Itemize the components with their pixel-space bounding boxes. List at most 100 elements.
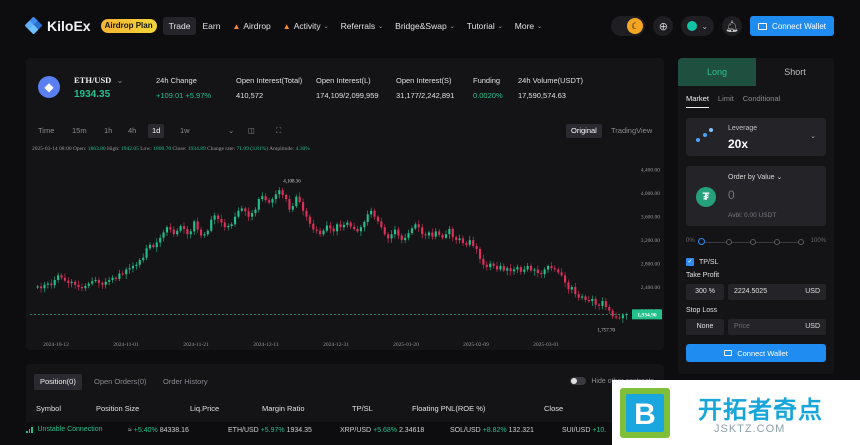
ticker-bar: ◆ ETH/USD ⌄ 1934.35 24h Change +109.01 +5.… — [26, 70, 664, 104]
nav-item-earn[interactable]: Earn — [196, 17, 226, 35]
nav-item-trade[interactable]: Trade — [162, 17, 197, 35]
chevron-down-icon: ⌄ — [449, 23, 455, 30]
nav-item-bridge-swap[interactable]: Bridge&Swap ⌄ — [389, 17, 461, 35]
timeframe-1h[interactable]: 1h — [100, 124, 116, 138]
long-short-tabs: Long Short — [678, 58, 834, 86]
amount-input[interactable] — [728, 188, 808, 202]
watermark-url: JSKTZ.COM — [714, 423, 786, 435]
nav-item-airdrop[interactable]: ▲ Airdrop — [226, 17, 276, 35]
theme-toggle[interactable]: ☾ — [611, 16, 646, 36]
tab-short[interactable]: Short — [756, 58, 834, 86]
stat-2: Open Interest(L) 174,109/2,099,959 — [316, 76, 379, 100]
order-type-conditional[interactable]: Conditional — [743, 94, 781, 108]
airdrop-plan-badge[interactable]: Airdrop Plan — [100, 19, 157, 33]
toggle-switch[interactable] — [570, 377, 587, 385]
nav-item-more[interactable]: More ⌄ — [509, 17, 548, 35]
candle — [438, 231, 441, 235]
tab-positions[interactable]: Position(0) — [34, 374, 82, 390]
bell-icon[interactable]: 🔔︎ — [722, 16, 743, 36]
price-chart[interactable]: 4,400.00 4,000.00 3,600.00 3,200.00 2,800.00… — [26, 154, 664, 350]
status-ticker[interactable]: XRP/USD +5.68% 2.34618 — [340, 427, 424, 434]
candle — [278, 190, 281, 195]
candle — [557, 269, 560, 273]
connect-wallet-main-button[interactable]: Connect Wallet — [686, 344, 826, 362]
tab-long[interactable]: Long — [678, 58, 756, 86]
view-original-button[interactable]: Original — [566, 124, 602, 138]
status-ticker[interactable]: ETH/USD +5.97% 1934.35 — [228, 427, 312, 434]
nav-item-label: Earn — [202, 21, 221, 31]
globe-icon[interactable]: ⊕ — [653, 16, 674, 36]
leverage-selector[interactable]: Leverage 20x ⌄ — [686, 118, 826, 156]
candle — [220, 219, 223, 223]
candle — [410, 228, 414, 234]
slider-tick[interactable] — [798, 239, 804, 245]
timeframe-1d[interactable]: 1d — [148, 124, 165, 138]
sl-price-field[interactable]: Price USD — [728, 319, 826, 335]
candle — [421, 227, 424, 235]
candle — [363, 221, 366, 228]
candle — [206, 230, 209, 235]
nav-item-activity[interactable]: ▲ Activity ⌄ — [277, 17, 335, 35]
slider-tick[interactable] — [750, 239, 756, 245]
column-header: Close — [544, 404, 564, 413]
network-selector[interactable]: ⌄ — [681, 16, 715, 36]
timeframe-15m[interactable]: 15m — [68, 124, 91, 138]
order-type-market[interactable]: Market — [686, 94, 709, 108]
chevron-down-icon: ⌄ — [323, 23, 329, 30]
order-by-value-selector[interactable]: Order by Value ⌄ — [728, 173, 782, 181]
candle — [223, 222, 226, 228]
view-tradingview-button[interactable]: TradingView — [606, 124, 657, 138]
candle — [574, 287, 577, 295]
sl-percent-field[interactable]: None — [686, 319, 724, 335]
candle — [465, 243, 468, 245]
ohlc-open: 1863.80 — [87, 146, 106, 152]
last-price: 1934.35 — [74, 89, 111, 100]
nav-item-tutorial[interactable]: Tutorial ⌄ — [461, 17, 509, 35]
candle — [356, 228, 359, 232]
tpsl-toggle[interactable]: ✓ TP/SL — [686, 258, 718, 266]
camera-icon[interactable]: ◫ — [244, 124, 259, 138]
tab-order-history[interactable]: Order History — [157, 374, 214, 390]
max-price-label: 4,108.36 — [283, 180, 301, 185]
nav-item-referrals[interactable]: Referrals ⌄ — [335, 17, 390, 35]
timeframe-4h[interactable]: 4h — [124, 124, 140, 138]
slider-min-label: 0% — [686, 238, 695, 244]
candle — [298, 196, 301, 202]
candle — [210, 219, 213, 231]
candle — [196, 221, 199, 230]
available-balance: Avbl: 0.00 USDT — [728, 212, 777, 219]
ohlc-readout: 2025-03-14 08:00 Open: 1863.80 High: 194… — [32, 146, 310, 152]
brand-logo[interactable]: KiloEx — [24, 16, 91, 35]
watermark-title: 开拓者奇点 — [698, 397, 823, 424]
tp-percent-field[interactable]: 300 % — [686, 284, 724, 300]
chevron-down-icon[interactable]: ⌄ — [224, 124, 238, 138]
checkbox-checked-icon[interactable]: ✓ — [686, 258, 694, 266]
candle — [485, 264, 488, 268]
candle — [526, 265, 529, 270]
pair-selector[interactable]: ETH/USD ⌄ — [74, 75, 123, 86]
size-slider[interactable]: 0% 100% — [686, 236, 826, 248]
tp-price-field[interactable]: 2224.5025 USD — [728, 284, 826, 300]
order-type-limit[interactable]: Limit — [718, 94, 734, 108]
status-ticker[interactable]: ≈ +5.40% 84338.16 — [128, 427, 189, 434]
leverage-value: 20x — [728, 137, 749, 151]
stat-value: +109.01 +5.97% — [156, 91, 212, 100]
candle — [264, 196, 267, 201]
candle — [285, 194, 288, 200]
timeframe-1w[interactable]: 1w — [176, 124, 194, 138]
status-ticker[interactable]: SOL/USD +8.82% 132.321 — [450, 427, 534, 434]
take-profit-label: Take Profit — [686, 272, 720, 279]
connect-wallet-button[interactable]: Connect Wallet — [750, 16, 834, 36]
candle — [346, 222, 349, 225]
moon-icon: ☾ — [627, 18, 644, 34]
status-ticker[interactable]: SUI/USD +10. — [562, 427, 606, 434]
timeframe-time[interactable]: Time — [34, 124, 58, 138]
slider-handle[interactable] — [698, 238, 705, 245]
slider-tick[interactable] — [774, 239, 780, 245]
fullscreen-icon[interactable]: ⛶ — [272, 124, 285, 138]
candle — [478, 248, 482, 259]
tab-open-orders[interactable]: Open Orders(0) — [88, 374, 153, 390]
slider-tick[interactable] — [726, 239, 732, 245]
candle — [165, 227, 169, 233]
candle — [244, 208, 247, 212]
